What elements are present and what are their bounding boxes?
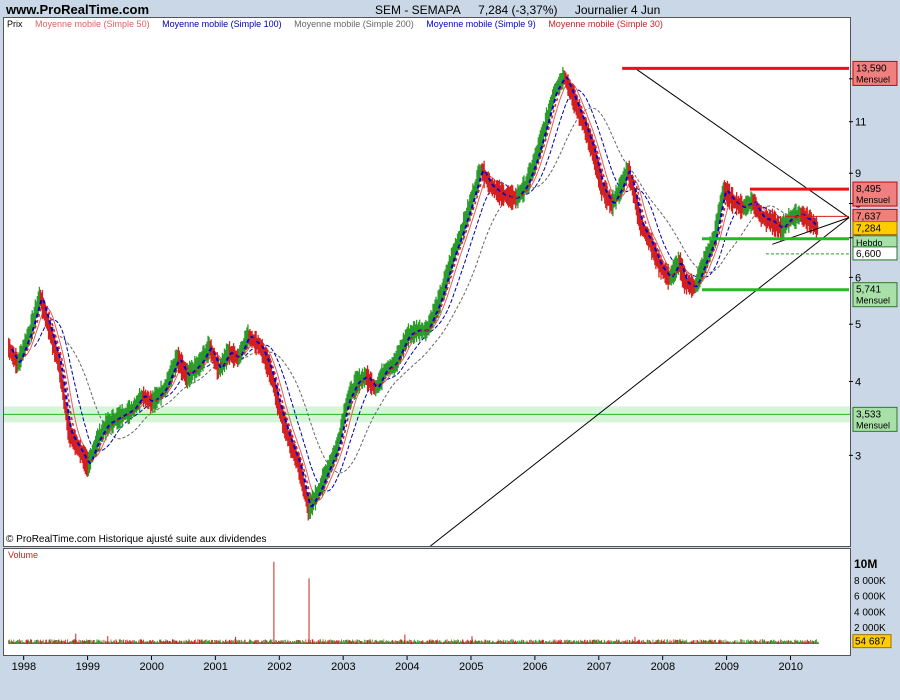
volume-panel[interactable]: Volume	[3, 548, 851, 656]
price-annotation-period: Mensuel	[856, 296, 890, 306]
price-annotation-box	[852, 246, 898, 261]
volume-label: Volume	[8, 550, 39, 560]
x-tick-label: 2007	[587, 661, 611, 673]
volume-bars	[8, 561, 819, 644]
x-tick-label: 2002	[267, 661, 291, 673]
price-panel[interactable]: Prix Moyenne mobile (Simple 50) Moyenne …	[3, 17, 851, 547]
volume-chart[interactable]	[4, 549, 850, 655]
y-tick-label: 4	[855, 376, 861, 388]
price-annotation-box	[852, 60, 898, 86]
price-annotation-value: 3,533	[856, 409, 881, 420]
x-tick-label: 2010	[778, 661, 802, 673]
indicator-legend: Prix Moyenne mobile (Simple 50) Moyenne …	[7, 19, 673, 29]
x-tick-label: 2001	[203, 661, 227, 673]
up-trendline	[430, 217, 850, 546]
price-change: 7,284 (-3,37%)	[478, 3, 558, 17]
period-label: Journalier 4 Jun	[574, 3, 661, 17]
ma30-line	[15, 79, 819, 504]
price-annotation-value: 7,284	[856, 224, 881, 235]
price-annotation-period: Hebdo	[856, 238, 883, 248]
x-tick-label: 2008	[651, 661, 675, 673]
down-trendline	[634, 67, 850, 219]
volume-last-value: 54 687	[855, 637, 886, 648]
price-annotation-value: 8,495	[856, 184, 881, 195]
volume-tick-label: 4 000K	[854, 607, 886, 618]
chart-headline: SEM - SEMAPA 7,284 (-3,37%) Journalier 4…	[375, 3, 674, 17]
x-tick-label: 2003	[331, 661, 355, 673]
y-tick-label: 6	[855, 272, 861, 284]
x-tick-label: 2000	[139, 661, 163, 673]
volume-tick-label: 2 000K	[854, 623, 886, 634]
price-annotation-period: Mensuel	[856, 420, 890, 430]
y-tick-label: 7	[855, 233, 861, 245]
volume-tick-label: 8 000K	[854, 576, 886, 587]
y-tick-label: 13	[855, 74, 867, 86]
price-annotation-box	[852, 235, 898, 261]
y-tick-label: 8	[855, 198, 861, 210]
price-chart[interactable]	[4, 18, 850, 546]
symbol-name: SEM - SEMAPA	[375, 3, 461, 17]
volume-tick-label: 6 000K	[854, 592, 886, 603]
legend-ma30: Moyenne mobile (Simple 30)	[548, 19, 663, 29]
x-tick-label: 2006	[523, 661, 547, 673]
x-tick-label: 2009	[715, 661, 739, 673]
price-annotation-period: Mensuel	[856, 74, 890, 84]
x-tick-label: 2005	[459, 661, 483, 673]
legend-prix: Prix	[7, 19, 23, 29]
price-annotation-value: 6,600	[856, 249, 881, 260]
price-annotation-box	[852, 406, 898, 432]
ma9-line	[11, 76, 820, 508]
y-tick-label: 5	[855, 319, 861, 331]
legend-ma50: Moyenne mobile (Simple 50)	[35, 19, 150, 29]
volume-tick-label: 10M	[854, 557, 877, 571]
price-annotation-box	[852, 282, 898, 308]
price-annotation-box	[852, 181, 898, 207]
ma100-line	[33, 89, 818, 492]
price-annotation-period: Mensuel	[856, 195, 890, 205]
y-tick-label: 11	[855, 117, 866, 129]
price-bars	[8, 66, 819, 521]
x-tick-label: 1998	[12, 661, 36, 673]
price-annotation-value: 13,590	[856, 63, 887, 74]
legend-ma100: Moyenne mobile (Simple 100)	[162, 19, 282, 29]
price-annotation-box	[852, 221, 898, 236]
legend-ma9: Moyenne mobile (Simple 9)	[426, 19, 536, 29]
y-tick-label: 9	[855, 168, 861, 180]
price-annotation-value: 7,637	[856, 211, 881, 222]
x-tick-label: 1999	[76, 661, 100, 673]
price-annotation-value: 5,741	[856, 285, 881, 296]
price-annotation-box	[852, 208, 898, 223]
legend-ma200: Moyenne mobile (Simple 200)	[294, 19, 414, 29]
copyright-note: © ProRealTime.com Historique ajusté suit…	[6, 534, 267, 545]
y-tick-label: 3	[855, 450, 861, 462]
x-tick-label: 2004	[395, 661, 419, 673]
site-url[interactable]: www.ProRealTime.com	[6, 2, 149, 17]
volume-last-box	[852, 634, 892, 649]
